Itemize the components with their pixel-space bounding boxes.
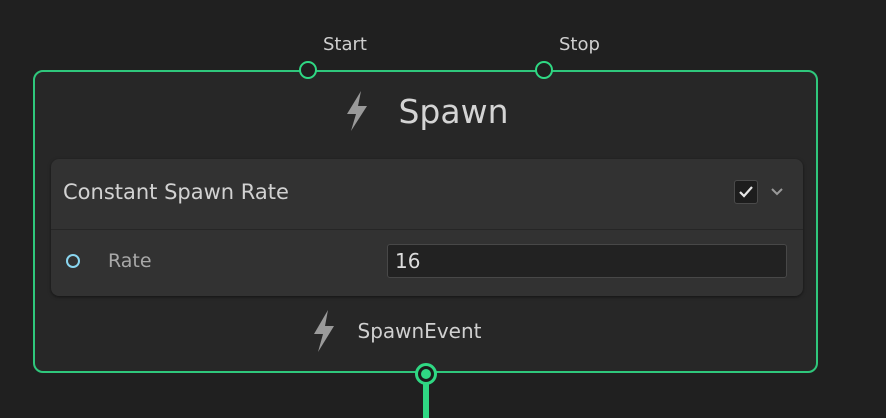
chevron-down-icon[interactable] bbox=[769, 185, 785, 199]
stop-input-port[interactable] bbox=[535, 61, 553, 79]
node-title: Spawn bbox=[398, 91, 509, 131]
rate-label: Rate bbox=[108, 250, 152, 272]
output-connection-line bbox=[423, 384, 429, 418]
spawn-node[interactable]: Spawn Constant Spawn Rate Rate 16 SpawnE… bbox=[33, 61, 818, 373]
spawn-event-label: SpawnEvent bbox=[357, 319, 482, 343]
node-header: Spawn bbox=[35, 86, 816, 136]
output-event-row: SpawnEvent bbox=[35, 306, 816, 356]
checkmark-icon bbox=[739, 186, 753, 198]
lightning-bolt-icon bbox=[313, 310, 334, 352]
block-enabled-checkbox[interactable] bbox=[734, 180, 758, 204]
spawn-event-output-port[interactable] bbox=[415, 363, 437, 385]
stop-port-label: Stop bbox=[559, 34, 600, 55]
constant-spawn-rate-block[interactable]: Constant Spawn Rate Rate 16 bbox=[51, 159, 803, 296]
rate-input[interactable]: 16 bbox=[387, 244, 787, 278]
block-header[interactable]: Constant Spawn Rate bbox=[51, 159, 803, 230]
port-connected-dot bbox=[421, 369, 431, 379]
property-row-rate: Rate 16 bbox=[51, 230, 803, 296]
block-title: Constant Spawn Rate bbox=[63, 180, 289, 204]
lightning-bolt-icon bbox=[347, 91, 368, 131]
start-input-port[interactable] bbox=[299, 61, 317, 79]
rate-property-port[interactable] bbox=[66, 254, 80, 268]
start-port-label: Start bbox=[323, 34, 367, 55]
